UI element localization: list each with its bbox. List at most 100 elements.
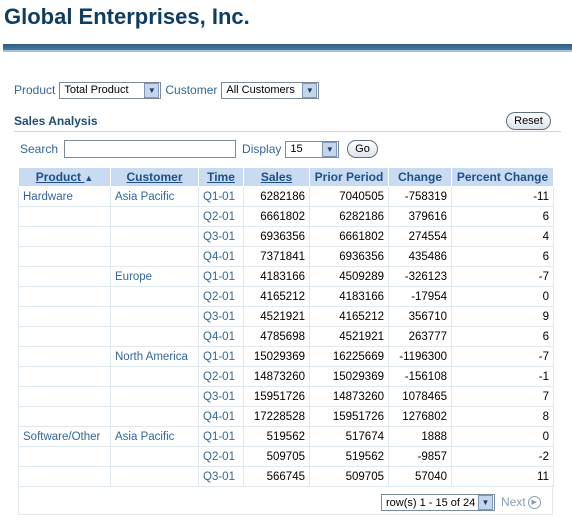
table-row: Software/Other Asia Pacific Q1-01 519562 517… xyxy=(18,426,554,447)
prior-period-cell: 4165212 xyxy=(309,306,389,327)
sales-cell: 15029369 xyxy=(243,346,310,367)
sales-cell: 4785698 xyxy=(243,326,310,347)
next-page-label: Next xyxy=(501,495,526,509)
product-cell xyxy=(18,366,111,387)
product-select[interactable]: Total Product ▼ xyxy=(59,81,162,99)
time-cell: Q2-01 xyxy=(198,446,244,467)
table-row: Q4-01 4785698 4521921 263777 6 xyxy=(18,326,554,347)
column-header-sales[interactable]: Sales xyxy=(243,167,310,187)
table-row: Hardware Asia Pacific Q1-01 6282186 7040505-… xyxy=(18,186,554,207)
customer-cell xyxy=(110,326,199,347)
prior-period-cell: 6282186 xyxy=(309,206,389,227)
table-row: Q2-01 14873260 15029369 -156108 -1 xyxy=(18,366,554,387)
time-cell: Q1-01 xyxy=(198,266,244,287)
time-cell: Q3-01 xyxy=(198,386,244,407)
table-row: Europe Q1-01 4183166 4509289 -326123 -7 xyxy=(18,266,554,287)
filter-bar: Product Total Product ▼ Customer All Cus… xyxy=(14,80,323,100)
go-button[interactable]: Go xyxy=(347,140,378,158)
prior-period-cell: 16225669 xyxy=(309,346,389,367)
row-range-value: row(s) 1 - 15 of 24 xyxy=(386,496,476,509)
product-cell xyxy=(18,246,111,267)
customer-cell: Asia Pacific xyxy=(110,426,199,447)
prior-period-cell: 6936356 xyxy=(309,246,389,267)
table-row: Q2-01 6661802 6282186 379616 6 xyxy=(18,206,554,227)
time-cell: Q4-01 xyxy=(198,246,244,267)
percent-change-cell: 0 xyxy=(451,426,554,447)
customer-cell: Asia Pacific xyxy=(110,186,199,207)
prior-period-cell: 517674 xyxy=(309,426,389,447)
row-range-select[interactable]: row(s) 1 - 15 of 24 ▼ xyxy=(381,494,495,511)
reset-button[interactable]: Reset xyxy=(506,112,551,130)
change-cell: 57040 xyxy=(388,466,452,487)
change-cell: -17954 xyxy=(388,286,452,307)
change-cell: 356710 xyxy=(388,306,452,327)
change-cell: -156108 xyxy=(388,366,452,387)
prior-period-cell: 4521921 xyxy=(309,326,389,347)
prior-period-cell: 4509289 xyxy=(309,266,389,287)
percent-change-cell: -11 xyxy=(451,186,554,207)
customer-cell xyxy=(110,286,199,307)
prior-period-cell: 14873260 xyxy=(309,386,389,407)
table-body: Hardware Asia Pacific Q1-01 6282186 7040505-… xyxy=(18,186,554,487)
customer-cell xyxy=(110,386,199,407)
product-cell xyxy=(18,206,111,227)
product-cell xyxy=(18,446,111,467)
sales-table-container: Product ▲ Customer Time Sales Prior Peri… xyxy=(18,167,554,487)
percent-change-cell: -7 xyxy=(451,266,554,287)
customer-cell xyxy=(110,446,199,467)
customer-select[interactable]: All Customers ▼ xyxy=(221,81,320,99)
sales-cell: 4165212 xyxy=(243,286,310,307)
percent-change-cell: 7 xyxy=(451,386,554,407)
change-cell: 274554 xyxy=(388,226,452,247)
chevron-down-icon: ▼ xyxy=(302,82,318,98)
column-header-customer[interactable]: Customer xyxy=(110,167,199,187)
time-cell: Q4-01 xyxy=(198,406,244,427)
product-cell xyxy=(18,326,111,347)
prior-period-cell: 15029369 xyxy=(309,366,389,387)
time-cell: Q2-01 xyxy=(198,366,244,387)
sales-cell: 6936356 xyxy=(243,226,310,247)
percent-change-cell: -2 xyxy=(451,446,554,467)
chevron-down-icon: ▼ xyxy=(478,495,493,510)
column-header-prior-period: Prior Period xyxy=(309,167,389,187)
change-cell: -1196300 xyxy=(388,346,452,367)
time-cell: Q4-01 xyxy=(198,326,244,347)
change-cell: 1276802 xyxy=(388,406,452,427)
product-filter-label: Product xyxy=(14,83,56,97)
customer-cell xyxy=(110,406,199,427)
product-cell xyxy=(18,306,111,327)
column-header-product[interactable]: Product ▲ xyxy=(18,167,111,187)
product-cell: Hardware xyxy=(18,186,111,207)
customer-cell: North America xyxy=(110,346,199,367)
time-cell: Q2-01 xyxy=(198,286,244,307)
sales-cell: 7371841 xyxy=(243,246,310,267)
prior-period-cell: 15951726 xyxy=(309,406,389,427)
product-cell xyxy=(18,346,111,367)
customer-cell xyxy=(110,466,199,487)
prior-period-cell: 519562 xyxy=(309,446,389,467)
sales-cell: 4521921 xyxy=(243,306,310,327)
prior-period-cell: 509705 xyxy=(309,466,389,487)
customer-cell xyxy=(110,366,199,387)
product-cell xyxy=(18,226,111,247)
percent-change-cell: 6 xyxy=(451,246,554,267)
sales-cell: 4183166 xyxy=(243,266,310,287)
search-input[interactable] xyxy=(64,140,237,158)
customer-cell xyxy=(110,206,199,227)
sales-table: Product ▲ Customer Time Sales Prior Peri… xyxy=(18,167,554,487)
percent-change-cell: 6 xyxy=(451,206,554,227)
section-title: Sales Analysis xyxy=(14,114,98,128)
change-cell: 435486 xyxy=(388,246,452,267)
percent-change-cell: -7 xyxy=(451,346,554,367)
column-header-product-label: Product xyxy=(35,170,82,184)
table-header-row: Product ▲ Customer Time Sales Prior Peri… xyxy=(18,167,554,187)
display-select[interactable]: 15 ▼ xyxy=(285,140,340,158)
column-header-time[interactable]: Time xyxy=(198,167,244,187)
prior-period-cell: 7040505 xyxy=(309,186,389,207)
change-cell: 263777 xyxy=(388,326,452,347)
next-page-link[interactable]: Next ▶ xyxy=(501,495,541,509)
display-select-value: 15 xyxy=(290,143,303,155)
product-cell xyxy=(18,386,111,407)
change-cell: -9857 xyxy=(388,446,452,467)
time-cell: Q1-01 xyxy=(198,426,244,447)
